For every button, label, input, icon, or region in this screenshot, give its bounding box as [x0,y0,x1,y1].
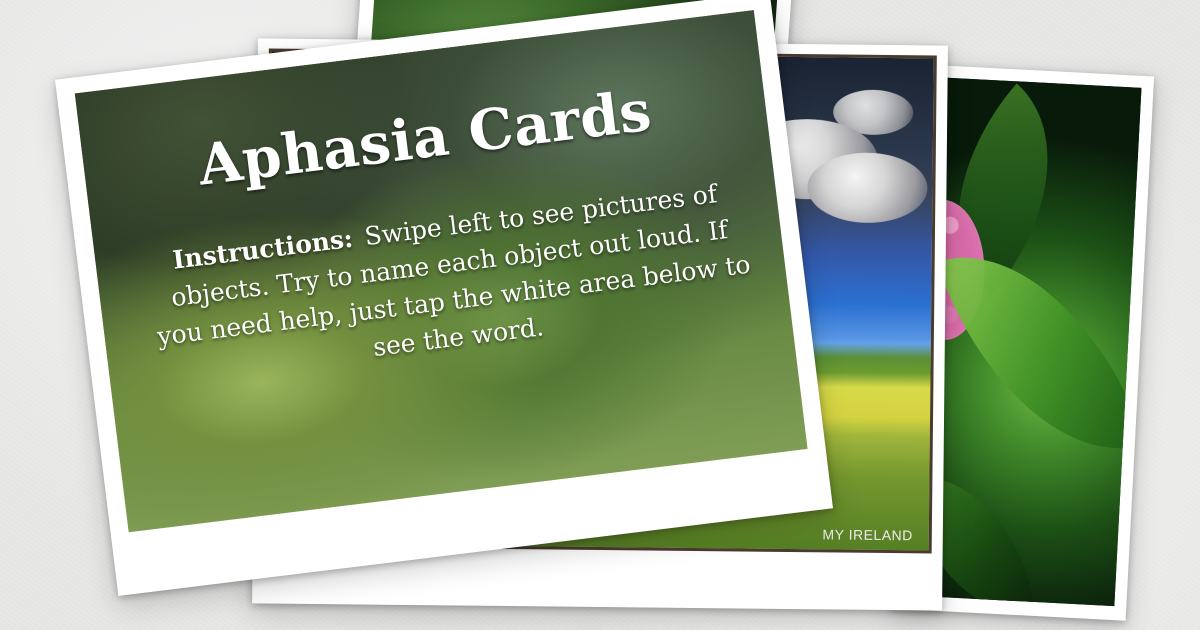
leaf-icon [936,216,1142,490]
cloud-icon [807,152,928,224]
instructions-card[interactable]: Aphasia Cards Instructions: Swipe left to… [54,0,834,596]
instructions-block: Instructions: Swipe left to see pictures … [146,172,758,392]
instructions-text: Swipe left to see pictures of objects. T… [155,179,752,362]
landscape-watermark: MY IRELAND [822,526,913,544]
instructions-card-content: Aphasia Cards Instructions: Swipe left to… [55,0,833,596]
